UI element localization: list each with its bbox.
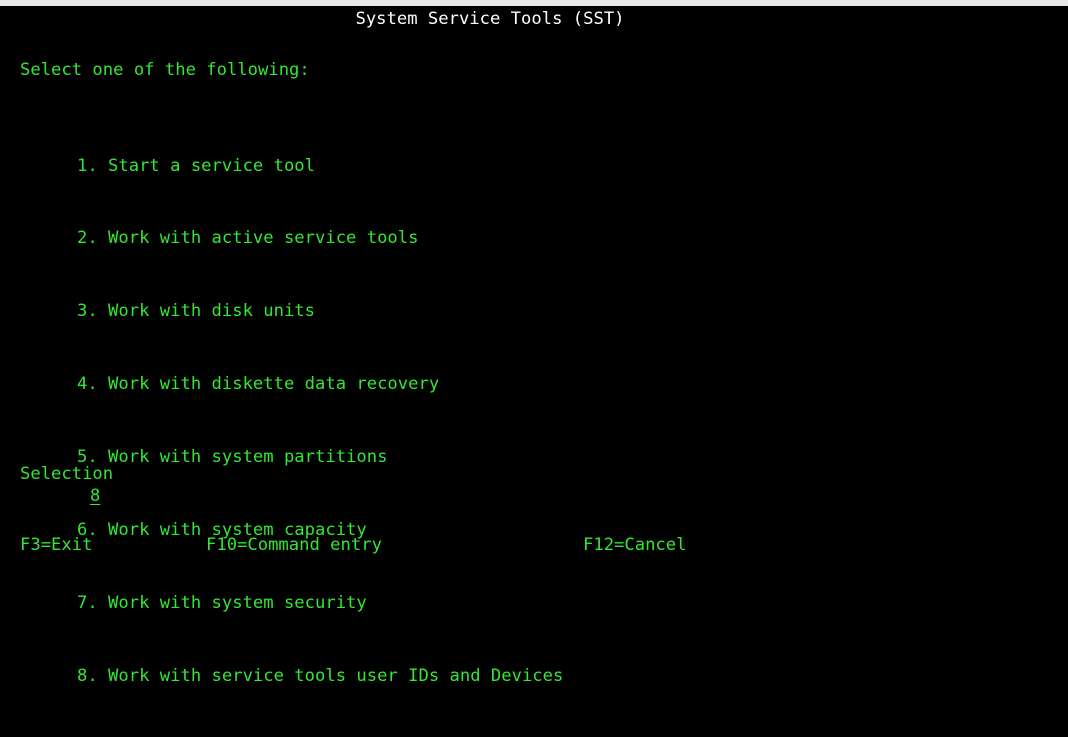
f10-command-entry-key[interactable]: F10=Command entry [206, 533, 382, 557]
function-key-bar: F3=Exit F10=Command entry F12=Cancel [20, 533, 686, 557]
f3-exit-key[interactable]: F3=Exit [20, 533, 92, 557]
instruction-text: Select one of the following: [20, 60, 310, 80]
menu-options: 1. Start a service tool 2. Work with act… [20, 105, 563, 686]
menu-option-1[interactable]: 1. Start a service tool [20, 154, 563, 178]
menu-option-4[interactable]: 4. Work with diskette data recovery [20, 372, 563, 396]
terminal-screen: System Service Tools (SST) Select one of… [0, 6, 1068, 686]
selection-label: Selection [20, 464, 114, 484]
f12-cancel-key[interactable]: F12=Cancel [583, 533, 686, 557]
menu-option-2[interactable]: 2. Work with active service tools [20, 226, 563, 250]
menu-option-8[interactable]: 8. Work with service tools user IDs and … [20, 664, 563, 688]
menu-option-7[interactable]: 7. Work with system security [20, 591, 563, 615]
selection-input-field[interactable]: 8 [90, 484, 101, 508]
screen-title: System Service Tools (SST) [355, 9, 625, 29]
menu-option-3[interactable]: 3. Work with disk units [20, 299, 563, 323]
